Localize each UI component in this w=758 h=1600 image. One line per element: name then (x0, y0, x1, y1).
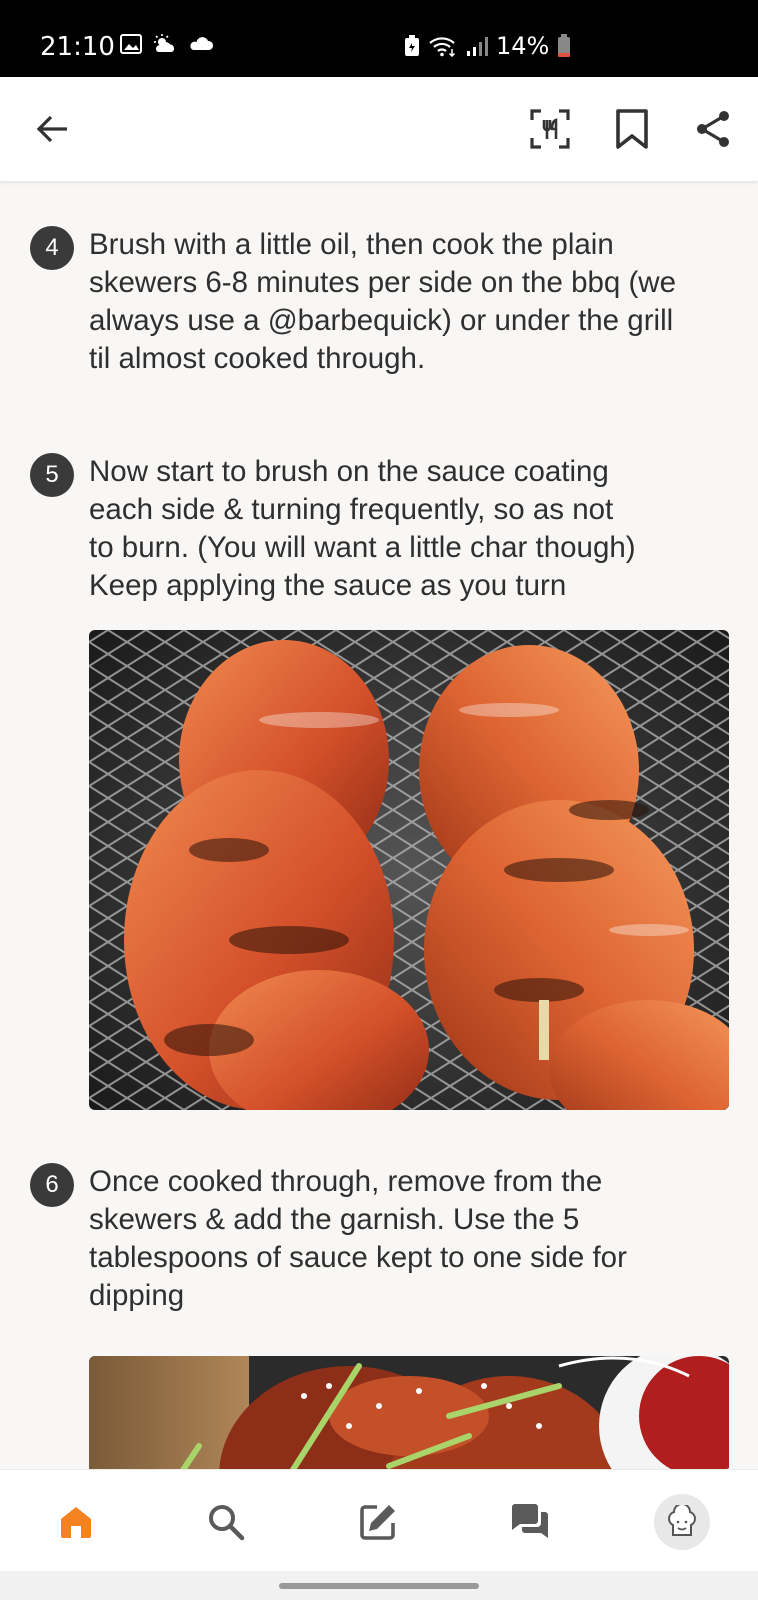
step-number-badge: 4 (30, 226, 74, 270)
bookmark-button[interactable] (608, 105, 656, 153)
share-icon (697, 111, 729, 147)
search-icon (209, 1505, 245, 1541)
bottom-navigation (0, 1469, 758, 1572)
signal-icon (467, 37, 488, 56)
top-app-bar (0, 77, 758, 181)
back-button[interactable] (28, 105, 76, 153)
step-text: Brush with a little oil, then cook the p… (89, 228, 677, 375)
cook-mode-button[interactable] (526, 105, 574, 153)
status-bar: 21:10 14% (0, 0, 758, 77)
bookmark-icon (616, 109, 648, 149)
step-text: Now start to brush on the sauce coating … (89, 455, 636, 602)
battery-saver-icon (405, 35, 419, 56)
nav-search[interactable] (198, 1494, 254, 1550)
home-icon (61, 1507, 91, 1538)
chicken-with-garnish-photo[interactable] (89, 1356, 729, 1469)
share-button[interactable] (689, 105, 737, 153)
nav-write-recipe[interactable] (350, 1494, 406, 1550)
step-text: Once cooked through, remove from the ske… (89, 1165, 627, 1312)
skewers-photo-graphic (89, 630, 729, 1110)
wifi-icon (429, 37, 456, 57)
step-number-badge: 5 (30, 453, 74, 497)
back-arrow-icon (36, 115, 67, 143)
profile-chef-icon (668, 1505, 696, 1536)
recipe-steps[interactable]: 4 Brush with a little oil, then cook the… (0, 181, 758, 1469)
home-gesture-pill[interactable] (279, 1583, 479, 1589)
nav-home[interactable] (48, 1494, 104, 1550)
battery-percent: 14% (496, 32, 550, 60)
nav-profile[interactable] (654, 1494, 710, 1550)
step-number-badge: 6 (30, 1163, 74, 1207)
nav-chat[interactable] (502, 1494, 558, 1550)
grilled-chicken-skewers-photo[interactable] (89, 630, 729, 1110)
image-icon (120, 34, 142, 54)
status-time: 21:10 (40, 32, 115, 62)
weather-sun-cloud-icon (154, 34, 175, 52)
write-recipe-icon (360, 1505, 395, 1540)
cook-mode-icon (530, 109, 570, 149)
system-gesture-bar (0, 1571, 758, 1600)
garnish-photo-graphic (89, 1356, 729, 1469)
chat-icon (512, 1504, 548, 1538)
battery-icon (558, 34, 571, 57)
cloud-icon (190, 37, 214, 50)
